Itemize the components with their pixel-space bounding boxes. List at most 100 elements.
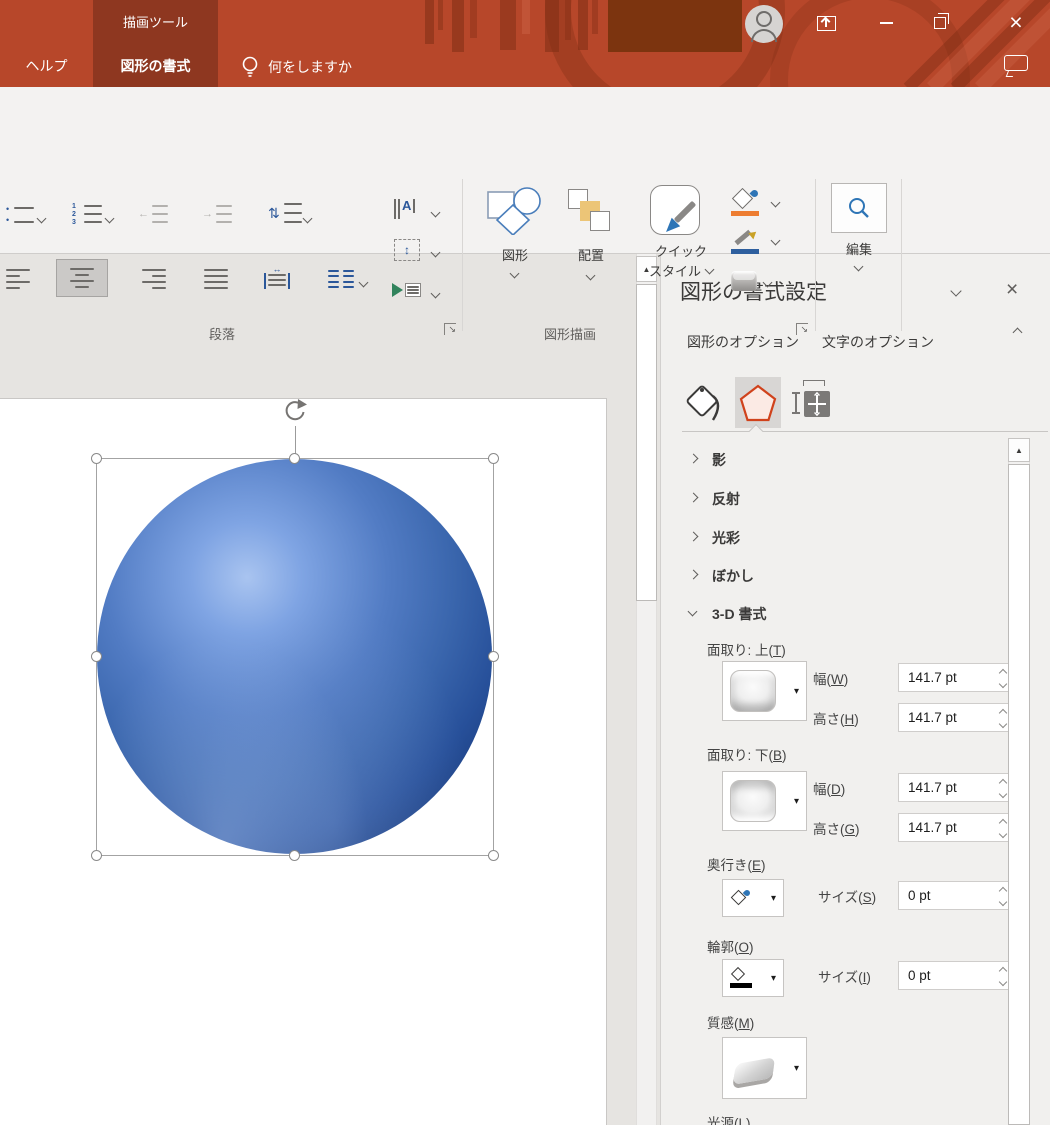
- contour-label: 輪郭(O): [707, 936, 754, 956]
- person-icon: [756, 11, 772, 27]
- align-text-button[interactable]: ↕: [394, 239, 420, 261]
- panel-close-button[interactable]: ×: [1006, 278, 1018, 302]
- line-spacing-dropdown-chevron[interactable]: [303, 214, 313, 224]
- resize-handle-nw[interactable]: [91, 453, 102, 464]
- tell-me-search[interactable]: 何をしますか: [268, 57, 378, 77]
- tab-help[interactable]: ヘルプ: [0, 56, 93, 76]
- shape-fill-dropdown-chevron[interactable]: [771, 198, 781, 208]
- bullets-button[interactable]: • •: [6, 205, 34, 225]
- launcher-arrow-icon: ↘: [448, 324, 456, 334]
- text-direction-button[interactable]: A: [394, 199, 415, 219]
- align-right-button[interactable]: [140, 269, 166, 289]
- depth-label: 奥行き(E): [707, 854, 766, 874]
- material-picker[interactable]: ▾: [722, 1037, 807, 1099]
- decrease-indent-button[interactable]: ←: [138, 205, 168, 223]
- ribbon-display-options-button[interactable]: [812, 10, 840, 36]
- bevel-bottom-height-label: 高さ(G): [813, 818, 860, 838]
- resize-handle-ne[interactable]: [488, 453, 499, 464]
- bevel-bottom-height-input[interactable]: 141.7 pt: [898, 813, 1010, 842]
- depth-bucket-icon: [730, 889, 752, 907]
- align-center-button-selected[interactable]: [56, 259, 108, 297]
- quick-styles-button[interactable]: クイック スタイル: [638, 183, 724, 287]
- title-bar: 描画ツール × ヘルプ 図形の書式 何をしますか: [0, 0, 1050, 87]
- arrange-button[interactable]: 配置: [560, 187, 622, 277]
- contour-size-label: サイズ(I): [818, 966, 871, 986]
- feedback-comment-button[interactable]: [1004, 55, 1028, 71]
- editing-search-button[interactable]: [831, 183, 887, 233]
- bevel-bottom-picker[interactable]: ▾: [722, 771, 807, 831]
- align-left-button[interactable]: [6, 269, 32, 289]
- quick-styles-label-1: クイック: [638, 241, 724, 260]
- resize-handle-sw[interactable]: [91, 850, 102, 861]
- minimize-button[interactable]: [872, 10, 900, 36]
- line-spacing-button[interactable]: ⇅: [268, 203, 302, 223]
- arrow-right-icon: →: [202, 208, 213, 220]
- restore-button[interactable]: [926, 10, 954, 36]
- search-icon: [847, 196, 871, 220]
- insert-shapes-button[interactable]: 図形: [484, 185, 546, 275]
- align-text-dropdown-chevron[interactable]: [431, 248, 441, 258]
- bevel-top-height-input[interactable]: 141.7 pt: [898, 703, 1010, 732]
- convert-to-smartart-button[interactable]: [392, 283, 421, 297]
- justify-button[interactable]: [204, 269, 230, 289]
- depth-size-input[interactable]: 0 pt: [898, 881, 1010, 910]
- section-soft-edges[interactable]: ぼかし: [712, 566, 754, 586]
- bevel-top-thumbnail: [730, 670, 776, 712]
- columns-dropdown-chevron[interactable]: [359, 278, 369, 288]
- distribute-text-button[interactable]: ↔: [264, 265, 290, 289]
- numbering-dropdown-chevron[interactable]: [105, 214, 115, 224]
- panel-scrollbar-thumb[interactable]: [1008, 464, 1030, 1125]
- shape-effects-button[interactable]: [731, 271, 757, 291]
- smartart-dropdown-chevron[interactable]: [431, 289, 441, 299]
- smartart-arrow-icon: [392, 283, 403, 297]
- close-icon: ×: [1009, 9, 1022, 36]
- size-properties-icon[interactable]: [795, 380, 833, 426]
- depth-color-picker[interactable]: ▾: [722, 879, 784, 917]
- bevel-bottom-width-input[interactable]: 141.7 pt: [898, 773, 1010, 802]
- increase-indent-button[interactable]: →: [202, 205, 232, 223]
- close-button[interactable]: ×: [1000, 6, 1032, 38]
- section-3d-format[interactable]: 3-D 書式: [712, 604, 766, 624]
- shape-fill-button[interactable]: [731, 190, 761, 218]
- account-avatar[interactable]: [745, 5, 783, 43]
- resize-handle-w[interactable]: [91, 651, 102, 662]
- section-reflection[interactable]: 反射: [712, 489, 740, 509]
- columns-button[interactable]: [328, 270, 354, 288]
- panel-scrollbar-up-button[interactable]: ▲: [1008, 438, 1030, 462]
- tab-shape-format-active[interactable]: 図形の書式: [93, 56, 218, 76]
- numbering-digits: 1 2 3: [72, 203, 80, 227]
- drawing-dialog-launcher[interactable]: ↘: [796, 323, 808, 335]
- contour-size-input[interactable]: 0 pt: [898, 961, 1010, 990]
- shape-outline-dropdown-chevron[interactable]: [771, 236, 781, 246]
- resize-handle-se[interactable]: [488, 850, 499, 861]
- effects-cube-icon: [733, 272, 755, 280]
- bullets-dropdown-chevron[interactable]: [37, 214, 47, 224]
- effects-tab-selected[interactable]: [735, 377, 781, 428]
- fill-and-line-icon[interactable]: [683, 382, 725, 426]
- section-shadow[interactable]: 影: [712, 450, 726, 470]
- contour-bucket-icon: [730, 968, 752, 988]
- numbering-button[interactable]: 1 2 3: [72, 203, 102, 227]
- shape-outline-button[interactable]: [731, 228, 761, 256]
- arrow-left-icon: ←: [138, 208, 149, 220]
- bevel-top-width-label: 幅(W): [813, 668, 848, 688]
- canvas-scrollbar-thumb[interactable]: [636, 284, 657, 601]
- contour-color-picker[interactable]: ▾: [722, 959, 784, 997]
- resize-handle-s[interactable]: [289, 850, 300, 861]
- dropdown-arrow-icon: ▾: [794, 686, 799, 697]
- line-spacing-arrows-icon: ⇅: [268, 205, 280, 222]
- text-direction-dropdown-chevron[interactable]: [431, 208, 441, 218]
- rotate-handle[interactable]: [281, 398, 309, 426]
- section-glow[interactable]: 光彩: [712, 528, 740, 548]
- editing-group-button-label[interactable]: 編集: [831, 239, 887, 258]
- paragraph-dialog-launcher[interactable]: ↘: [444, 323, 456, 335]
- bevel-top-picker[interactable]: ▾: [722, 661, 807, 721]
- bevel-top-width-input[interactable]: 141.7 pt: [898, 663, 1010, 692]
- panel-tab-shape-options[interactable]: 図形のオプション: [687, 332, 799, 352]
- resize-handle-e[interactable]: [488, 651, 499, 662]
- panel-tab-text-options[interactable]: 文字のオプション: [822, 332, 934, 352]
- letter-a-icon: A: [402, 199, 411, 213]
- bevel-bottom-label: 面取り: 下(B): [707, 744, 787, 764]
- resize-handle-n[interactable]: [289, 453, 300, 464]
- paragraph-group-label: 段落: [192, 324, 252, 343]
